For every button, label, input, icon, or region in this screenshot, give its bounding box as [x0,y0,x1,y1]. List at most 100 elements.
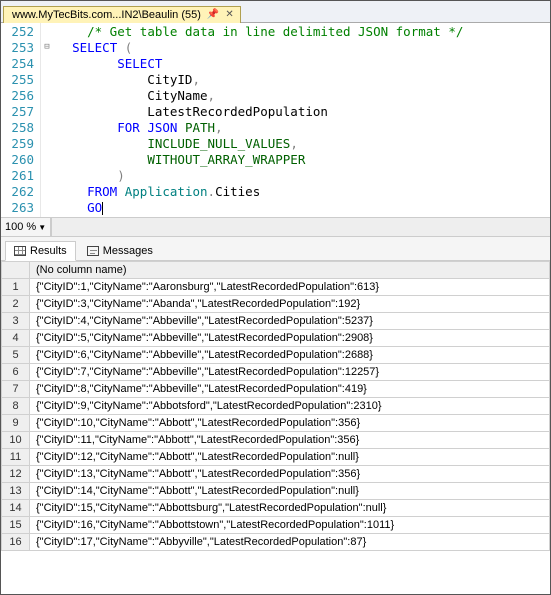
table-row[interactable]: 11{"CityID":12,"CityName":"Abbott","Late… [2,449,550,466]
cell-value[interactable]: {"CityID":13,"CityName":"Abbott","Latest… [30,466,550,483]
table-row[interactable]: 8{"CityID":9,"CityName":"Abbotsford","La… [2,398,550,415]
fold-marker [41,71,53,87]
fold-marker [41,55,53,71]
document-tab[interactable]: www.MyTecBits.com...IN2\Beaulin (55) 📌 ✕ [3,6,241,23]
sql-editor[interactable]: 252253254255256257258259260261262263 ⊟ /… [1,23,550,217]
row-number[interactable]: 6 [2,364,30,381]
horizontal-scroll-stub[interactable] [51,218,550,236]
row-number[interactable]: 4 [2,330,30,347]
cell-value[interactable]: {"CityID":5,"CityName":"Abbeville","Late… [30,330,550,347]
row-number[interactable]: 13 [2,483,30,500]
code-line[interactable]: CityID, [57,72,463,88]
table-row[interactable]: 14{"CityID":15,"CityName":"Abbottsburg",… [2,500,550,517]
chevron-down-icon: ▼ [38,223,46,232]
cell-value[interactable]: {"CityID":8,"CityName":"Abbeville","Late… [30,381,550,398]
close-icon[interactable]: ✕ [225,10,233,20]
row-number[interactable]: 10 [2,432,30,449]
cell-value[interactable]: {"CityID":7,"CityName":"Abbeville","Late… [30,364,550,381]
grid-column-header[interactable]: (No column name) [30,262,550,279]
code-line[interactable]: GO [57,200,463,216]
code-line[interactable]: CityName, [57,88,463,104]
cell-value[interactable]: {"CityID":17,"CityName":"Abbyville","Lat… [30,534,550,551]
table-row[interactable]: 16{"CityID":17,"CityName":"Abbyville","L… [2,534,550,551]
row-number[interactable]: 16 [2,534,30,551]
cell-value[interactable]: {"CityID":16,"CityName":"Abbottstown","L… [30,517,550,534]
fold-marker [41,151,53,167]
line-number-gutter: 252253254255256257258259260261262263 [1,23,41,217]
code-area[interactable]: /* Get table data in line delimited JSON… [53,23,467,217]
grid-icon [14,246,26,256]
fold-marker [41,135,53,151]
tab-messages-label: Messages [103,245,153,257]
code-line[interactable]: FROM Application.Cities [57,184,463,200]
results-tabstrip: Results Messages [1,237,550,261]
row-number[interactable]: 1 [2,279,30,296]
zoom-value: 100 % [5,221,36,233]
cell-value[interactable]: {"CityID":10,"CityName":"Abbott","Latest… [30,415,550,432]
code-line[interactable]: /* Get table data in line delimited JSON… [57,24,463,40]
fold-marker [41,87,53,103]
line-number: 252 [5,24,34,40]
table-row[interactable]: 2{"CityID":3,"CityName":"Abanda","Latest… [2,296,550,313]
row-number[interactable]: 7 [2,381,30,398]
fold-marker [41,103,53,119]
cell-value[interactable]: {"CityID":14,"CityName":"Abbott","Latest… [30,483,550,500]
table-row[interactable]: 7{"CityID":8,"CityName":"Abbeville","Lat… [2,381,550,398]
line-number: 262 [5,184,34,200]
table-row[interactable]: 5{"CityID":6,"CityName":"Abbeville","Lat… [2,347,550,364]
document-tab-label: www.MyTecBits.com...IN2\Beaulin (55) [12,9,201,21]
fold-marker [41,183,53,199]
code-line[interactable]: SELECT ( [57,40,463,56]
code-line[interactable]: INCLUDE_NULL_VALUES, [57,136,463,152]
messages-icon [87,246,99,256]
fold-marker [41,167,53,183]
results-grid-wrapper[interactable]: (No column name) 1{"CityID":1,"CityName"… [1,261,550,594]
code-line[interactable]: LatestRecordedPopulation [57,104,463,120]
row-number[interactable]: 15 [2,517,30,534]
row-number[interactable]: 2 [2,296,30,313]
fold-marker [41,23,53,39]
table-row[interactable]: 10{"CityID":11,"CityName":"Abbott","Late… [2,432,550,449]
code-line[interactable]: FOR JSON PATH, [57,120,463,136]
table-row[interactable]: 6{"CityID":7,"CityName":"Abbeville","Lat… [2,364,550,381]
row-number[interactable]: 11 [2,449,30,466]
zoom-dropdown[interactable]: 100 % ▼ [1,218,51,236]
table-row[interactable]: 3{"CityID":4,"CityName":"Abbeville","Lat… [2,313,550,330]
cell-value[interactable]: {"CityID":3,"CityName":"Abanda","LatestR… [30,296,550,313]
table-row[interactable]: 13{"CityID":14,"CityName":"Abbott","Late… [2,483,550,500]
cell-value[interactable]: {"CityID":4,"CityName":"Abbeville","Late… [30,313,550,330]
pin-icon[interactable]: 📌 [207,10,219,20]
row-number[interactable]: 12 [2,466,30,483]
document-tab-bar: www.MyTecBits.com...IN2\Beaulin (55) 📌 ✕ [1,1,550,23]
table-row[interactable]: 4{"CityID":5,"CityName":"Abbeville","Lat… [2,330,550,347]
fold-gutter: ⊟ [41,23,53,217]
editor-footer: 100 % ▼ [1,217,550,237]
line-number: 255 [5,72,34,88]
cell-value[interactable]: {"CityID":11,"CityName":"Abbott","Latest… [30,432,550,449]
line-number: 261 [5,168,34,184]
cell-value[interactable]: {"CityID":12,"CityName":"Abbott","Latest… [30,449,550,466]
code-line[interactable]: SELECT [57,56,463,72]
cell-value[interactable]: {"CityID":6,"CityName":"Abbeville","Late… [30,347,550,364]
row-number[interactable]: 5 [2,347,30,364]
table-row[interactable]: 9{"CityID":10,"CityName":"Abbott","Lates… [2,415,550,432]
code-line[interactable]: WITHOUT_ARRAY_WRAPPER [57,152,463,168]
cell-value[interactable]: {"CityID":1,"CityName":"Aaronsburg","Lat… [30,279,550,296]
row-number[interactable]: 8 [2,398,30,415]
cell-value[interactable]: {"CityID":15,"CityName":"Abbottsburg","L… [30,500,550,517]
tab-results-label: Results [30,245,67,257]
table-row[interactable]: 15{"CityID":16,"CityName":"Abbottstown",… [2,517,550,534]
code-line[interactable]: ) [57,168,463,184]
fold-marker[interactable]: ⊟ [41,39,53,55]
row-number[interactable]: 14 [2,500,30,517]
grid-corner[interactable] [2,262,30,279]
row-number[interactable]: 3 [2,313,30,330]
tab-messages[interactable]: Messages [78,241,162,261]
table-row[interactable]: 1{"CityID":1,"CityName":"Aaronsburg","La… [2,279,550,296]
tab-results[interactable]: Results [5,241,76,261]
line-number: 263 [5,200,34,216]
fold-marker [41,199,53,215]
cell-value[interactable]: {"CityID":9,"CityName":"Abbotsford","Lat… [30,398,550,415]
table-row[interactable]: 12{"CityID":13,"CityName":"Abbott","Late… [2,466,550,483]
row-number[interactable]: 9 [2,415,30,432]
